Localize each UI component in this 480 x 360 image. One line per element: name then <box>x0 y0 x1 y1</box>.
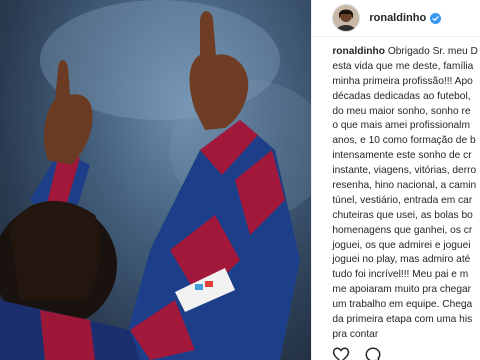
post-side-panel: ronaldinho ronaldinho Obrigado Sr. meu D… <box>311 0 480 360</box>
caption-line: chuteiras que usei, as bolas bo <box>332 209 473 221</box>
post-header: ronaldinho <box>312 0 480 37</box>
caption-line: joguei no play, mas admiro até <box>332 254 471 266</box>
caption-line: décadas dedicadas ao futebol, <box>332 90 471 102</box>
caption-text: Obrigado Sr. meu D <box>387 46 478 57</box>
caption-line: pra contar <box>332 328 379 340</box>
caption-line: instante, viagens, vitórias, derro <box>332 165 477 177</box>
player-photo-illustration <box>0 0 312 360</box>
caption-line: resenha, hino nacional, a camin <box>332 180 477 192</box>
caption-line: homenagens que ganhei, os cr <box>332 224 473 236</box>
heart-outline-icon[interactable] <box>332 346 350 360</box>
avatar[interactable] <box>332 4 361 32</box>
post-caption: ronaldinho Obrigado Sr. meu D esta vida … <box>312 37 480 343</box>
caption-line: o que mais amei profissionalm <box>332 120 470 132</box>
comment-bubble-icon[interactable] <box>364 346 382 360</box>
caption-line: um trabalho em equipe. Chega <box>332 299 473 311</box>
caption-line: anos, e 10 como formação de b <box>332 135 476 147</box>
post-action-bar <box>332 346 382 360</box>
caption-line: da primeira etapa com uma his <box>332 314 473 326</box>
caption-line: intensamente este sonho de cr <box>332 150 472 162</box>
verified-badge-icon <box>430 12 442 24</box>
caption-line: tudo foi incrível!!! Meu pai e m <box>332 269 469 281</box>
caption-line: joguei, os que admirei e joguei <box>332 239 471 251</box>
caption-line: ronaldinho Obrigado Sr. meu D <box>332 45 480 60</box>
caption-line: minha primeira profissão!!! Apo <box>332 75 473 87</box>
caption-line: do meu maior sonho, sonho re <box>332 105 471 117</box>
caption-username[interactable]: ronaldinho <box>332 46 385 57</box>
caption-line: me apoiaram muito pra chegar <box>332 284 472 296</box>
post-photo <box>0 0 312 360</box>
caption-line: túnel, vestiário, entrada em car <box>332 194 473 206</box>
avatar-image <box>333 5 360 31</box>
instagram-post-view: ronaldinho ronaldinho Obrigado Sr. meu D… <box>0 0 480 360</box>
caption-line: esta vida que me deste, família <box>332 60 474 72</box>
post-username[interactable]: ronaldinho <box>369 12 426 24</box>
